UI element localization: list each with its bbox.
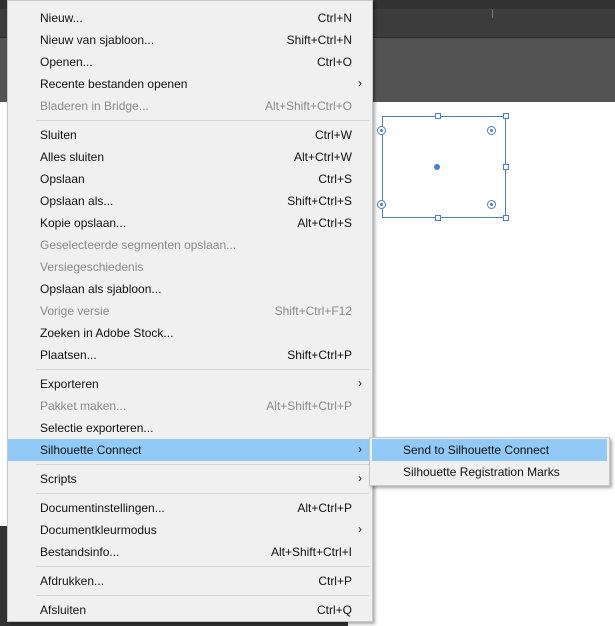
submenu-arrow-icon: › [358,522,362,536]
menu-item-label: Plaatsen... [40,348,97,362]
submenu-item-label: Silhouette Registration Marks [403,465,560,479]
tab-divider [492,9,493,18]
menu-item-exporteren[interactable]: Exporteren › [8,373,372,395]
menu-item-documentkleurmodus[interactable]: Documentkleurmodus › [8,519,372,541]
menu-item-shortcut: Alt+Shift+Ctrl+I [270,545,352,559]
menu-item-label: Exporteren [40,377,99,391]
menu-item-label: Afsluiten [40,603,87,617]
menu-item-label: Recente bestanden openen [40,77,188,91]
menu-item-nieuw[interactable]: Nieuw... Ctrl+N [8,7,372,29]
menu-item-label: Opslaan als sjabloon... [40,282,162,296]
menu-item-label: Openen... [40,55,93,69]
menu-item-shortcut: Ctrl+W [315,128,352,142]
menu-item-shortcut: Shift+Ctrl+S [287,194,352,208]
menu-item-afsluiten[interactable]: Afsluiten Ctrl+Q [8,599,372,621]
menu-item-label: Pakket maken... [40,399,127,413]
menu-item-bladeren-in-bridge: Bladeren in Bridge... Alt+Shift+Ctrl+O [8,95,372,117]
menu-item-versiegeschiedenis: Versiegeschiedenis [8,256,372,278]
menu-item-label: Nieuw... [40,11,83,25]
menu-item-scripts[interactable]: Scripts › [8,468,372,490]
menu-item-plaatsen[interactable]: Plaatsen... Shift+Ctrl+P [8,344,372,366]
file-menu: Nieuw... Ctrl+N Nieuw van sjabloon... Shift… [7,0,373,622]
menu-item-label: Geselecteerde segmenten opslaan... [40,238,237,252]
menu-item-pakket-maken: Pakket maken... Alt+Shift+Ctrl+P [8,395,372,417]
frame-handle-right[interactable] [503,164,509,170]
menu-item-label: Kopie opslaan... [40,216,127,230]
submenu-arrow-icon: › [358,471,362,485]
menu-item-alles-sluiten[interactable]: Alles sluiten Alt+Ctrl+W [8,146,372,168]
menu-item-opslaan-als[interactable]: Opslaan als... Shift+Ctrl+S [8,190,372,212]
menu-item-label: Zoeken in Adobe Stock... [40,326,174,340]
submenu-arrow-icon: › [358,376,362,390]
corner-radius-handle[interactable] [377,200,386,209]
frame-handle-top-right[interactable] [503,113,509,119]
menu-item-label: Documentinstellingen... [40,501,165,515]
menu-item-shortcut: Shift+Ctrl+F12 [274,304,352,318]
menu-item-shortcut: Ctrl+S [318,172,352,186]
menu-item-zoeken-in-adobe-stock[interactable]: Zoeken in Adobe Stock... [8,322,372,344]
corner-radius-handle[interactable] [487,126,496,135]
menu-item-label: Alles sluiten [40,150,105,164]
submenu-arrow-icon: › [358,442,362,456]
frame-handle-bottom[interactable] [435,215,441,221]
menu-separator [36,493,369,494]
menu-item-shortcut: Ctrl+Q [316,603,352,617]
submenu-item-label: Send to Silhouette Connect [403,443,550,457]
frame-handle-bottom-right[interactable] [503,215,509,221]
menu-item-opslaan[interactable]: Opslaan Ctrl+S [8,168,372,190]
submenu-item-silhouette-registration-marks[interactable]: Silhouette Registration Marks [372,461,607,483]
menu-separator [36,120,369,121]
menu-item-label: Afdrukken... [40,574,105,588]
menu-item-label: Silhouette Connect [40,443,142,457]
menu-item-shortcut: Alt+Shift+Ctrl+P [266,399,352,413]
menu-item-documentinstellingen[interactable]: Documentinstellingen... Alt+Ctrl+P [8,497,372,519]
menu-item-label: Selectie exporteren... [40,421,154,435]
menu-item-label: Opslaan als... [40,194,114,208]
menu-item-label: Bestandsinfo... [40,545,120,559]
menu-item-selectie-exporteren[interactable]: Selectie exporteren... [8,417,372,439]
menu-item-recente-bestanden-openen[interactable]: Recente bestanden openen › [8,73,372,95]
menu-item-label: Nieuw van sjabloon... [40,33,155,47]
frame-center-point[interactable] [434,164,440,170]
menu-separator [36,464,369,465]
menu-item-shortcut: Alt+Shift+Ctrl+O [264,99,352,113]
menu-item-shortcut: Ctrl+P [318,574,352,588]
menu-separator [36,595,369,596]
menu-item-shortcut: Alt+Ctrl+P [297,501,352,515]
corner-radius-handle[interactable] [487,200,496,209]
menu-item-shortcut: Alt+Ctrl+S [297,216,352,230]
menu-item-afdrukken[interactable]: Afdrukken... Ctrl+P [8,570,372,592]
menu-item-silhouette-connect[interactable]: Silhouette Connect › [8,439,372,461]
silhouette-connect-submenu: Send to Silhouette Connect Silhouette Reg… [369,437,610,486]
menu-item-kopie-opslaan[interactable]: Kopie opslaan... Alt+Ctrl+S [8,212,372,234]
corner-radius-handle[interactable] [377,126,386,135]
menu-separator [36,566,369,567]
menu-item-label: Opslaan [40,172,85,186]
menu-item-opslaan-als-sjabloon[interactable]: Opslaan als sjabloon... [8,278,372,300]
menu-item-vorige-versie: Vorige versie Shift+Ctrl+F12 [8,300,372,322]
menu-item-bestandsinfo[interactable]: Bestandsinfo... Alt+Shift+Ctrl+I [8,541,372,563]
menu-item-shortcut: Ctrl+N [317,11,352,25]
menu-item-label: Sluiten [40,128,77,142]
menu-separator [36,369,369,370]
menu-item-sluiten[interactable]: Sluiten Ctrl+W [8,124,372,146]
submenu-item-send-to-silhouette-connect[interactable]: Send to Silhouette Connect [372,439,607,461]
menu-item-label: Vorige versie [40,304,110,318]
frame-handle-top[interactable] [435,113,441,119]
menu-item-shortcut: Alt+Ctrl+W [293,150,352,164]
menu-item-nieuw-van-sjabloon[interactable]: Nieuw van sjabloon... Shift+Ctrl+N [8,29,372,51]
menu-item-label: Versiegeschiedenis [40,260,144,274]
menu-item-label: Scripts [40,472,77,486]
menu-item-shortcut: Ctrl+O [316,55,352,69]
menu-item-label: Documentkleurmodus [40,523,157,537]
menu-item-shortcut: Shift+Ctrl+N [286,33,352,47]
menu-item-shortcut: Shift+Ctrl+P [287,348,352,362]
menu-item-geselecteerde-segmenten-opslaan: Geselecteerde segmenten opslaan... [8,234,372,256]
submenu-arrow-icon: › [358,76,362,90]
menu-item-label: Bladeren in Bridge... [40,99,149,113]
menu-item-openen[interactable]: Openen... Ctrl+O [8,51,372,73]
